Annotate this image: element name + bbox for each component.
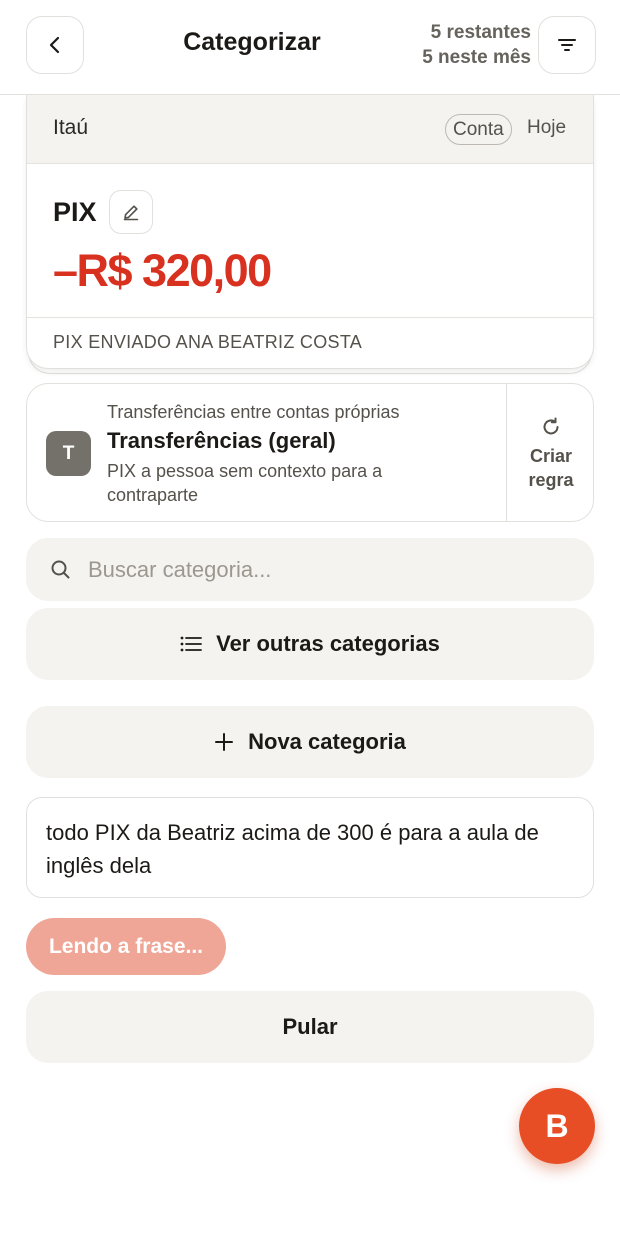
skip-label: Pular [282,1014,338,1039]
transaction-card-header: Itaú Conta Hoje [27,95,593,164]
transaction-amount: –R$ 320,00 [53,245,272,296]
see-other-categories-button[interactable]: Ver outras categorias [26,608,594,680]
header-bar: Categorizar 5 restantes 5 neste mês [0,0,620,95]
remaining-count: 5 restantes [430,22,531,43]
account-badge: Conta [445,114,512,145]
plus-icon [214,732,234,752]
suggested-category-card[interactable]: T Transferências entre contas próprias T… [26,383,594,522]
transaction-name: PIX [53,197,97,227]
edit-name-button[interactable] [109,190,153,234]
category-avatar: T [46,431,91,476]
create-rule-button[interactable]: Criar regra [506,384,593,521]
new-category-label: Nova categoria [248,729,406,754]
category-group: Transferências entre contas próprias [107,402,400,422]
bank-name: Itaú [53,116,89,139]
list-icon [180,635,203,653]
filter-button[interactable] [538,16,596,74]
search-input[interactable] [88,538,568,601]
filter-icon [558,39,576,51]
remaining-counter: 5 restantes 5 neste mês [422,20,531,70]
new-category-button[interactable]: Nova categoria [26,706,594,778]
create-rule-label: Criar regra [528,445,574,490]
user-avatar-button[interactable]: B [519,1088,595,1164]
category-name: Transferências (geral) [107,428,336,453]
reading-sentence-button[interactable]: Lendo a frase... [26,918,226,975]
rule-sentence-input[interactable]: todo PIX da Beatriz acima de 300 é para … [26,797,594,898]
refresh-icon [543,417,559,434]
pencil-icon [123,205,139,221]
month-count: 5 neste mês [422,47,531,68]
transaction-card: Itaú Conta Hoje PIX –R$ 320,00 PIX ENVIA… [26,95,594,369]
search-icon [51,560,70,579]
category-reason: PIX a pessoa sem contexto para a contrap… [107,461,383,505]
category-search [26,538,594,601]
transaction-description: PIX ENVIADO ANA BEATRIZ COSTA [27,317,593,367]
skip-button[interactable]: Pular [26,991,594,1063]
transaction-date: Hoje [527,117,567,138]
see-other-categories-label: Ver outras categorias [216,631,440,656]
